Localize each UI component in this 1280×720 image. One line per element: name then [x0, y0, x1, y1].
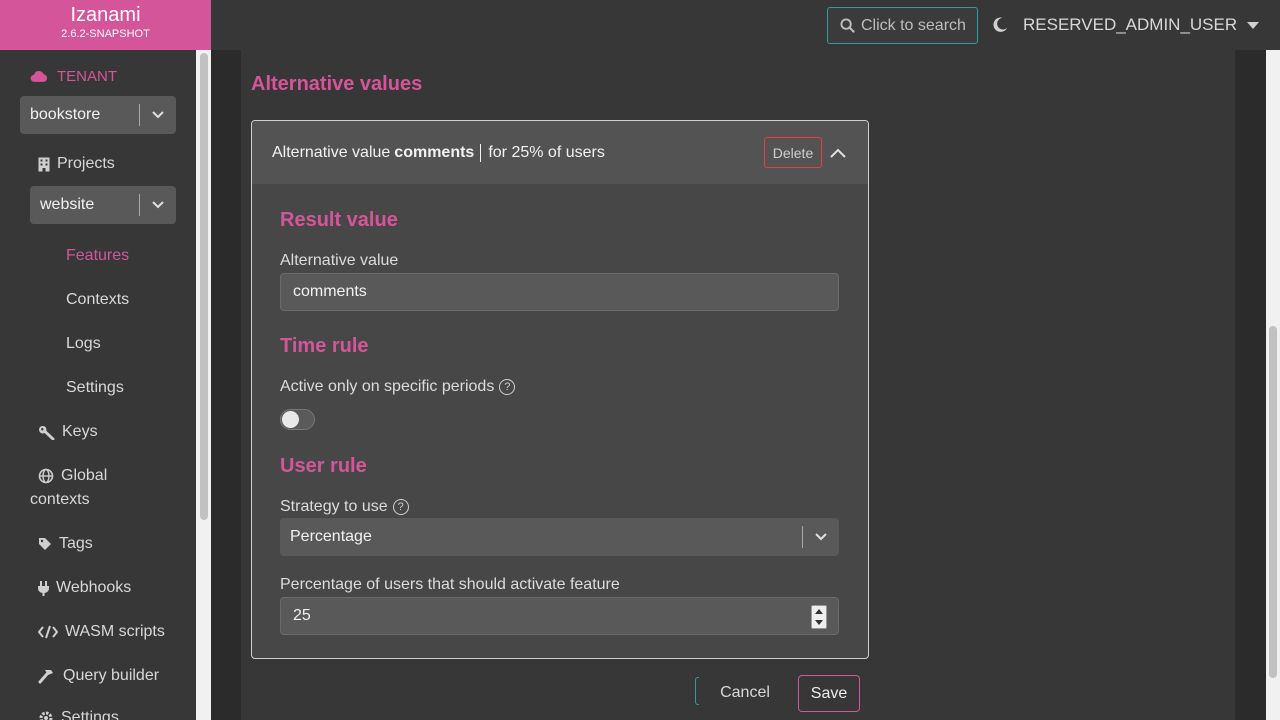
- tag-icon: [39, 538, 51, 550]
- sidebar: TENANT bookstore Projects website Featur…: [0, 50, 211, 720]
- sidebar-item-label: Query builder: [63, 667, 160, 684]
- sidebar-scrollbar-thumb[interactable]: [200, 53, 208, 520]
- sidebar-item-label-line2: contexts: [30, 491, 90, 508]
- sidebar-item-contexts[interactable]: Contexts: [66, 291, 129, 309]
- tenant-select-value: bookstore: [30, 106, 101, 123]
- tenant-select[interactable]: bookstore: [20, 96, 176, 134]
- card-header[interactable]: Alternative value comments for 25% of us…: [252, 121, 868, 184]
- main-scrollbar-thumb[interactable]: [1269, 326, 1277, 678]
- sidebar-item-label: Projects: [57, 155, 115, 172]
- percentage-label: Percentage of users that should activate…: [280, 576, 620, 594]
- toggle-knob: [282, 411, 299, 428]
- search-label: Click to search: [861, 16, 966, 34]
- result-value-title: Result value: [280, 209, 398, 231]
- percentage-input[interactable]: 25: [280, 597, 839, 635]
- app-name: Izanami: [70, 4, 141, 26]
- header-divider: [480, 143, 482, 162]
- sidebar-item-tags[interactable]: Tags: [38, 535, 93, 553]
- strategy-label-text: Strategy to use: [280, 498, 388, 515]
- sidebar-item-label: Keys: [62, 423, 98, 440]
- sidebar-item-label: Global: [61, 467, 108, 484]
- time-rule-label: Active only on specific periods ?: [280, 378, 516, 396]
- project-select-value: website: [40, 196, 95, 213]
- code-icon: [38, 625, 58, 639]
- sidebar-item-label: Webhooks: [56, 579, 132, 596]
- search-button[interactable]: Click to search: [827, 7, 978, 44]
- globe-icon: [38, 468, 54, 484]
- sidebar-item-query-builder[interactable]: Query builder: [38, 667, 159, 685]
- percentage-input-value: 25: [293, 607, 311, 624]
- sidebar-item-project-settings[interactable]: Settings: [66, 379, 124, 397]
- help-icon[interactable]: ?: [392, 499, 409, 515]
- sidebar-item-global-contexts[interactable]: Global: [38, 467, 107, 485]
- sidebar-item-features[interactable]: Features: [66, 247, 129, 265]
- sidebar-item-label: Tags: [59, 535, 93, 552]
- number-spinner[interactable]: [811, 605, 827, 629]
- sidebar-item-webhooks[interactable]: Webhooks: [38, 579, 131, 597]
- topbar: Click to search RESERVED_ADMIN_USER: [211, 0, 1280, 50]
- brand-block[interactable]: Izanami 2.6.2-SNAPSHOT: [0, 0, 211, 50]
- user-name: RESERVED_ADMIN_USER: [1023, 15, 1238, 34]
- sidebar-item-wasm-scripts[interactable]: WASM scripts: [38, 623, 165, 641]
- sidebar-item-settings[interactable]: Settings: [38, 709, 119, 720]
- alternative-value-label-text: Alternative value: [280, 252, 399, 269]
- chevron-down-icon: [140, 111, 176, 119]
- cloud-icon: [30, 70, 48, 82]
- card-header-prefix: Alternative value: [272, 143, 391, 161]
- card-header-suffix: for 25% of users: [488, 143, 605, 161]
- spin-down-icon[interactable]: [815, 620, 823, 625]
- plug-icon: [38, 580, 49, 596]
- save-button[interactable]: Save: [798, 675, 860, 712]
- delete-button[interactable]: Delete: [764, 137, 822, 168]
- time-rule-title: Time rule: [280, 335, 369, 357]
- cancel-button[interactable]: Cancel: [710, 678, 780, 708]
- moon-icon[interactable]: [991, 16, 1009, 34]
- strategy-label: Strategy to use ?: [280, 498, 409, 516]
- search-icon: [840, 18, 855, 33]
- chevron-up-icon[interactable]: [828, 143, 848, 163]
- spin-up-icon[interactable]: [815, 609, 823, 614]
- alternative-value-label: Alternative value: [280, 252, 398, 270]
- sidebar-item-label: WASM scripts: [65, 623, 165, 640]
- alternative-value-card: Alternative value comments for 25% of us…: [251, 120, 869, 659]
- user-rule-title: User rule: [280, 455, 367, 477]
- help-icon[interactable]: ?: [499, 379, 516, 395]
- chevron-down-icon: [803, 533, 839, 541]
- card-header-value: comments: [394, 143, 475, 161]
- chevron-down-icon: [140, 201, 176, 209]
- time-rule-label-text: Active only on specific periods: [280, 378, 495, 395]
- focus-outline-fragment: [695, 677, 699, 705]
- user-menu[interactable]: RESERVED_ADMIN_USER: [1023, 14, 1260, 36]
- time-rule-toggle[interactable]: [280, 409, 315, 430]
- strategy-select[interactable]: Percentage: [280, 518, 839, 556]
- tenant-label-row: TENANT: [30, 68, 117, 85]
- gear-icon: [39, 711, 53, 720]
- hammer-icon: [38, 670, 53, 684]
- section-title: Alternative values: [251, 73, 423, 95]
- building-icon: [38, 157, 50, 172]
- sidebar-item-keys[interactable]: Keys: [38, 423, 98, 441]
- sidebar-item-projects[interactable]: Projects: [38, 155, 115, 173]
- caret-down-icon: [1247, 21, 1260, 29]
- project-select[interactable]: website: [30, 186, 176, 224]
- sidebar-item-label: Settings: [61, 709, 119, 720]
- app-version: 2.6.2-SNAPSHOT: [61, 28, 150, 40]
- sidebar-item-logs[interactable]: Logs: [66, 335, 101, 353]
- tenant-label: TENANT: [57, 68, 117, 85]
- key-icon: [39, 425, 55, 440]
- percentage-label-text: Percentage of users that should activate…: [280, 576, 620, 593]
- alternative-value-input[interactable]: comments: [280, 273, 839, 311]
- strategy-select-value: Percentage: [290, 528, 372, 545]
